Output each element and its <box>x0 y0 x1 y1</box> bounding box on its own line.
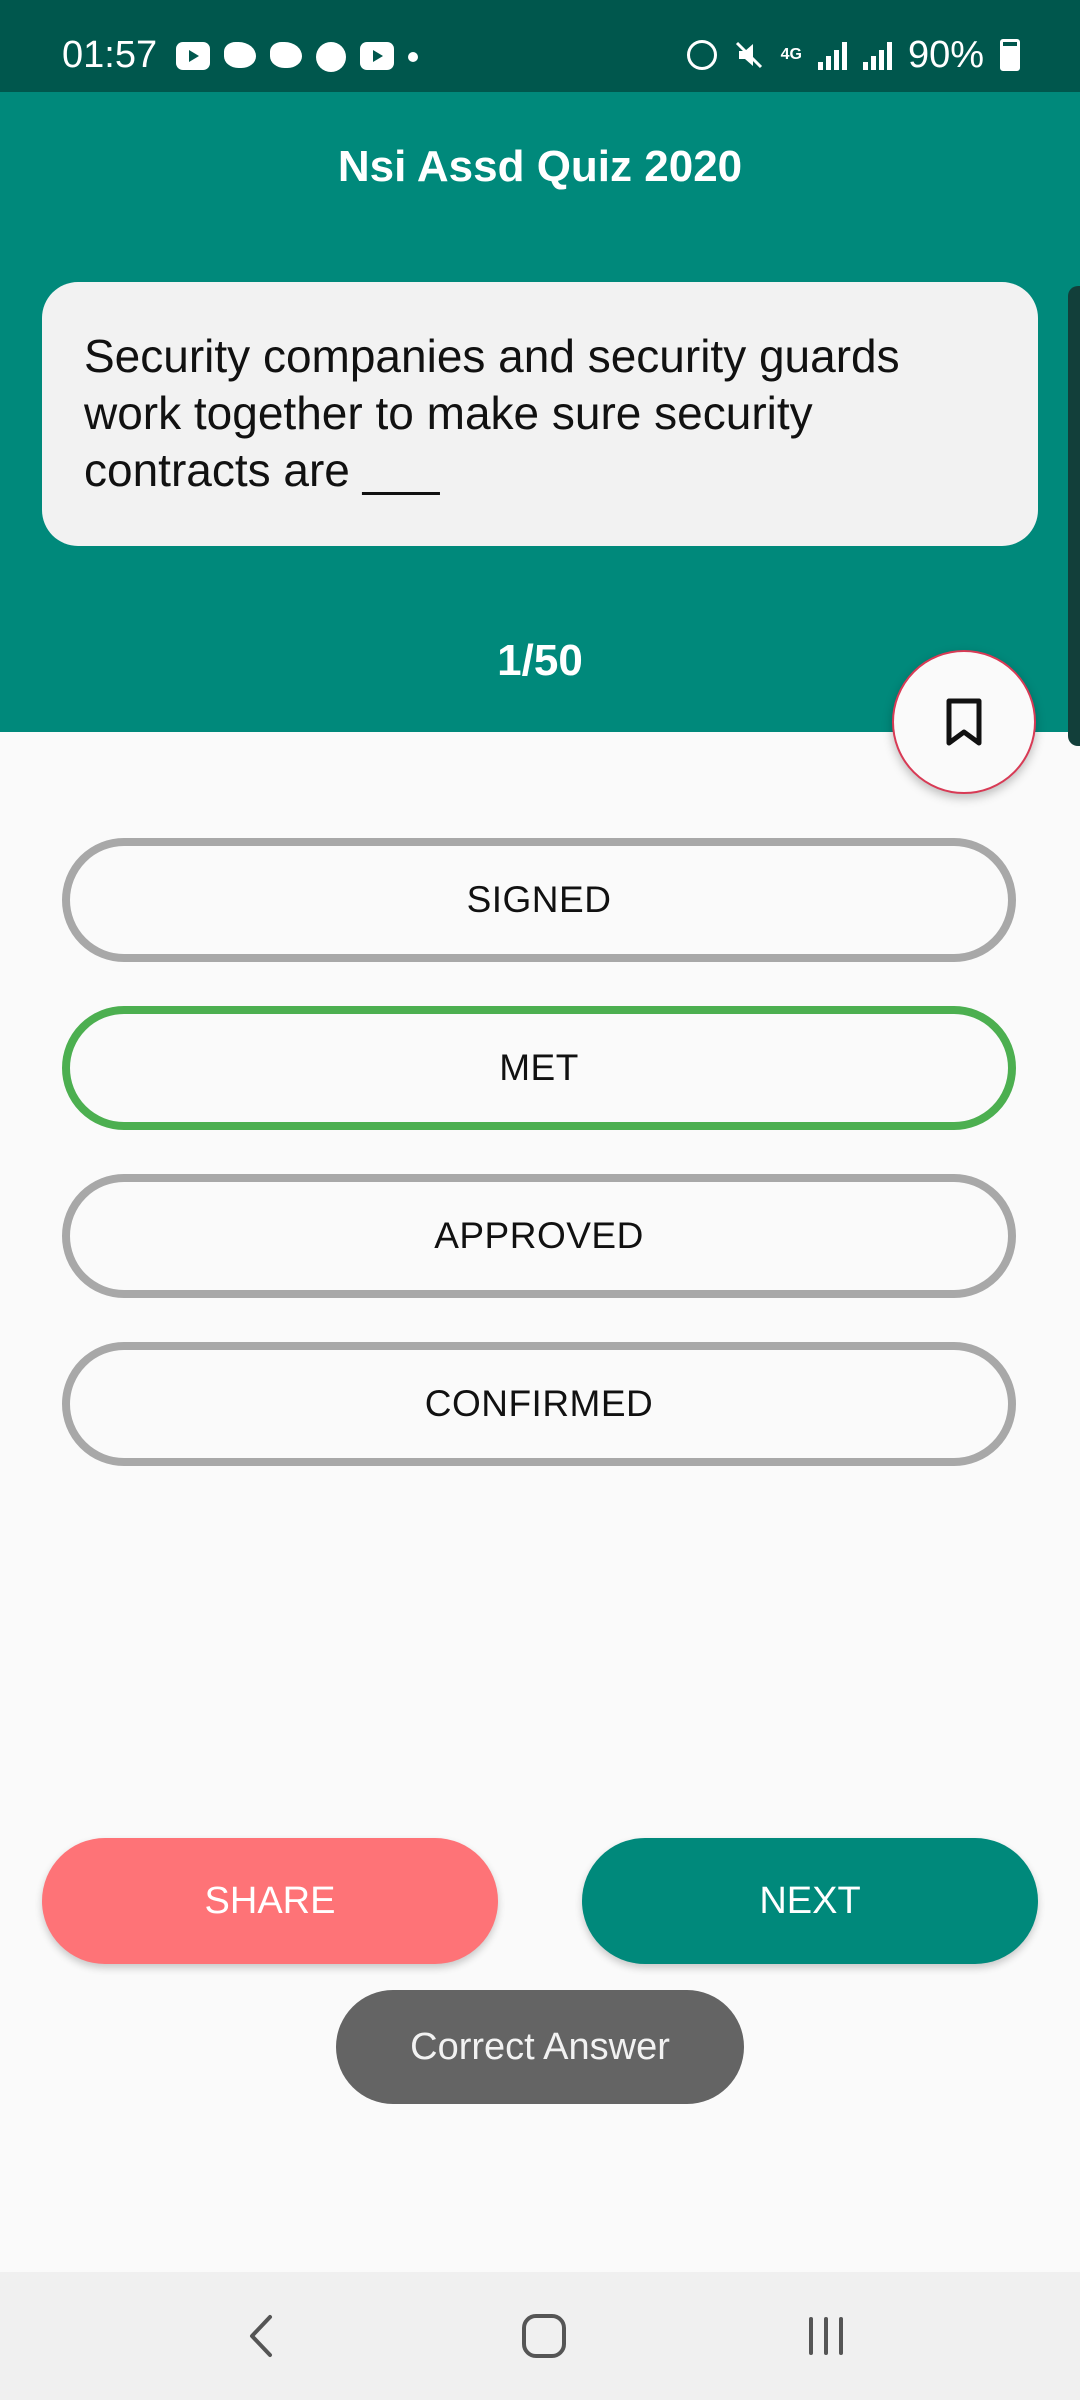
dot-icon <box>408 52 418 62</box>
back-icon <box>250 2315 272 2357</box>
option-label: SIGNED <box>466 879 612 920</box>
signal-icon <box>817 40 847 70</box>
network-type: 4G <box>780 46 802 63</box>
option-met[interactable]: MET <box>62 1006 1016 1130</box>
battery-icon <box>1000 39 1020 71</box>
home-button[interactable] <box>484 2272 604 2400</box>
option-label: CONFIRMED <box>424 1383 654 1424</box>
accessibility-icon <box>224 42 256 68</box>
youtube-icon <box>176 42 210 70</box>
youtube-icon <box>360 42 394 70</box>
app-title: Nsi Assd Quiz 2020 <box>337 142 743 191</box>
twitter-icon <box>270 42 302 68</box>
share-button[interactable]: SHARE <box>42 1838 498 1964</box>
toast-message: Correct Answer <box>336 1990 744 2104</box>
option-label: APPROVED <box>434 1215 644 1256</box>
next-label: NEXT <box>759 1879 861 1922</box>
question-text: Security companies and security guards w… <box>84 330 900 496</box>
signal-icon <box>862 40 892 70</box>
notification-icons <box>176 42 418 72</box>
option-label: MET <box>499 1047 579 1088</box>
recents-icon <box>809 2317 843 2355</box>
toast-text: Correct Answer <box>410 2025 670 2068</box>
battery-percentage: 90% <box>907 34 984 76</box>
status-time: 01:57 <box>62 34 158 76</box>
question-card: Security companies and security guards w… <box>42 282 1038 546</box>
home-icon <box>522 2314 566 2358</box>
system-icons: 4G 90% <box>686 34 1020 76</box>
back-button[interactable] <box>202 2272 322 2400</box>
next-button[interactable]: NEXT <box>582 1838 1038 1964</box>
mute-icon <box>735 41 762 69</box>
bookmark-icon <box>946 698 982 746</box>
option-signed[interactable]: SIGNED <box>62 838 1016 962</box>
alarm-icon <box>686 40 717 70</box>
navigation-bar <box>0 2272 1080 2400</box>
chrome-icon <box>316 42 346 72</box>
option-confirmed[interactable]: CONFIRMED <box>62 1342 1016 1466</box>
status-bar: 01:57 4G 90% <box>0 0 1080 92</box>
option-approved[interactable]: APPROVED <box>62 1174 1016 1298</box>
share-label: SHARE <box>204 1879 336 1922</box>
recents-button[interactable] <box>766 2272 886 2400</box>
bookmark-button[interactable] <box>892 650 1036 794</box>
